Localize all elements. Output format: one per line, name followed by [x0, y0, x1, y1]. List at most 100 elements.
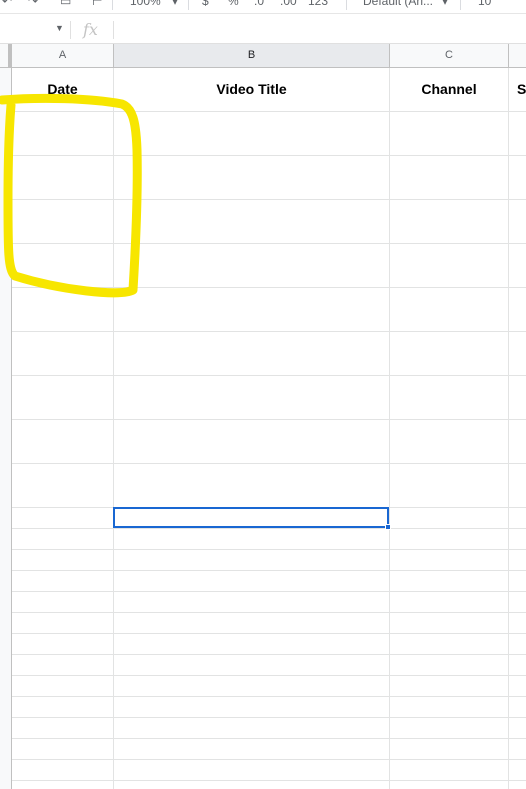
cell[interactable] [114, 376, 390, 419]
chevron-down-icon[interactable]: ▾ [172, 0, 178, 8]
formula-input[interactable] [118, 21, 518, 39]
cell[interactable] [390, 655, 509, 675]
cell[interactable] [390, 739, 509, 759]
cell[interactable] [114, 288, 390, 331]
cell[interactable] [12, 464, 114, 507]
cell[interactable] [390, 718, 509, 738]
decrease-decimals-button[interactable]: .0 [254, 0, 264, 8]
cell[interactable] [12, 376, 114, 419]
formula-bar-divider [113, 21, 114, 39]
column-header-c[interactable]: C [390, 44, 509, 68]
cell[interactable] [390, 676, 509, 696]
font-size-select[interactable]: 10 [478, 0, 491, 8]
cell[interactable] [390, 156, 509, 199]
cell[interactable] [12, 760, 114, 780]
cell[interactable] [114, 697, 390, 717]
increase-decimals-button[interactable]: .00 [280, 0, 297, 8]
cell[interactable] [390, 781, 509, 789]
select-all-corner[interactable] [0, 44, 12, 68]
cell[interactable] [114, 550, 390, 570]
cell[interactable] [114, 200, 390, 243]
cell[interactable] [12, 529, 114, 549]
cell[interactable] [114, 571, 390, 591]
cell[interactable] [12, 613, 114, 633]
cell[interactable] [12, 112, 114, 155]
cell[interactable] [390, 529, 509, 549]
cell[interactable] [12, 676, 114, 696]
cell[interactable] [114, 739, 390, 759]
cell-b1[interactable]: Video Title [114, 68, 390, 111]
cell[interactable] [114, 244, 390, 287]
cell[interactable] [390, 420, 509, 463]
cell[interactable] [114, 156, 390, 199]
zoom-select[interactable]: 100% [130, 0, 161, 8]
fill-handle[interactable] [385, 524, 391, 530]
cell[interactable] [114, 613, 390, 633]
active-cell-selection[interactable] [113, 507, 389, 528]
cell[interactable] [12, 420, 114, 463]
column-header-a[interactable]: A [12, 44, 114, 68]
cell-d1[interactable]: S [509, 68, 526, 111]
column-header-d[interactable] [509, 44, 526, 68]
cell[interactable] [114, 592, 390, 612]
cell[interactable] [390, 697, 509, 717]
cell[interactable] [114, 634, 390, 654]
cell[interactable] [12, 571, 114, 591]
name-box-dropdown-icon[interactable]: ▼ [55, 23, 64, 33]
cell[interactable] [390, 376, 509, 419]
cell-a1[interactable]: Date [12, 68, 114, 111]
cell[interactable] [390, 464, 509, 507]
cell[interactable] [114, 332, 390, 375]
cell[interactable] [12, 697, 114, 717]
cell[interactable] [114, 112, 390, 155]
cell[interactable] [12, 332, 114, 375]
print-icon[interactable]: ▭ [60, 0, 71, 8]
currency-button[interactable]: $ [202, 0, 209, 8]
cell[interactable] [390, 613, 509, 633]
undo-icon[interactable]: ↶ [2, 0, 12, 8]
cell[interactable] [390, 634, 509, 654]
row-header-strip[interactable] [0, 44, 12, 789]
cell[interactable] [12, 781, 114, 789]
cell[interactable] [12, 156, 114, 199]
cell[interactable] [114, 781, 390, 789]
cell[interactable] [114, 760, 390, 780]
fx-icon: fx [83, 20, 98, 39]
chevron-down-icon[interactable]: ▾ [442, 0, 448, 8]
cell[interactable] [390, 550, 509, 570]
cell[interactable] [12, 508, 114, 528]
cell[interactable] [114, 420, 390, 463]
cell[interactable] [114, 529, 390, 549]
cell[interactable] [390, 288, 509, 331]
cell[interactable] [12, 592, 114, 612]
cell[interactable] [114, 718, 390, 738]
redo-icon[interactable]: ↷ [28, 0, 38, 8]
percent-button[interactable]: % [228, 0, 239, 8]
cell[interactable] [390, 200, 509, 243]
cell[interactable] [390, 760, 509, 780]
cell[interactable] [12, 634, 114, 654]
cell[interactable] [390, 592, 509, 612]
cell[interactable] [12, 718, 114, 738]
paint-format-icon[interactable]: ⊢ [92, 0, 102, 8]
cell[interactable] [390, 244, 509, 287]
cell[interactable] [390, 508, 509, 528]
cell[interactable] [12, 244, 114, 287]
column-header-b[interactable]: B [114, 44, 390, 68]
cell[interactable] [114, 655, 390, 675]
cell[interactable] [114, 676, 390, 696]
font-select[interactable]: Default (Ari... [363, 0, 433, 8]
cell[interactable] [390, 332, 509, 375]
cell[interactable] [12, 200, 114, 243]
cell[interactable] [12, 550, 114, 570]
cell[interactable] [12, 655, 114, 675]
spreadsheet-grid[interactable]: A B C Date Video Title Channel S [0, 44, 526, 789]
cell[interactable] [390, 571, 509, 591]
cell[interactable] [12, 739, 114, 759]
cell[interactable] [12, 288, 114, 331]
cell[interactable] [114, 464, 390, 507]
more-formats-button[interactable]: 123 [308, 0, 328, 8]
table-row [12, 718, 526, 739]
cell[interactable] [390, 112, 509, 155]
cell-c1[interactable]: Channel [390, 68, 509, 111]
